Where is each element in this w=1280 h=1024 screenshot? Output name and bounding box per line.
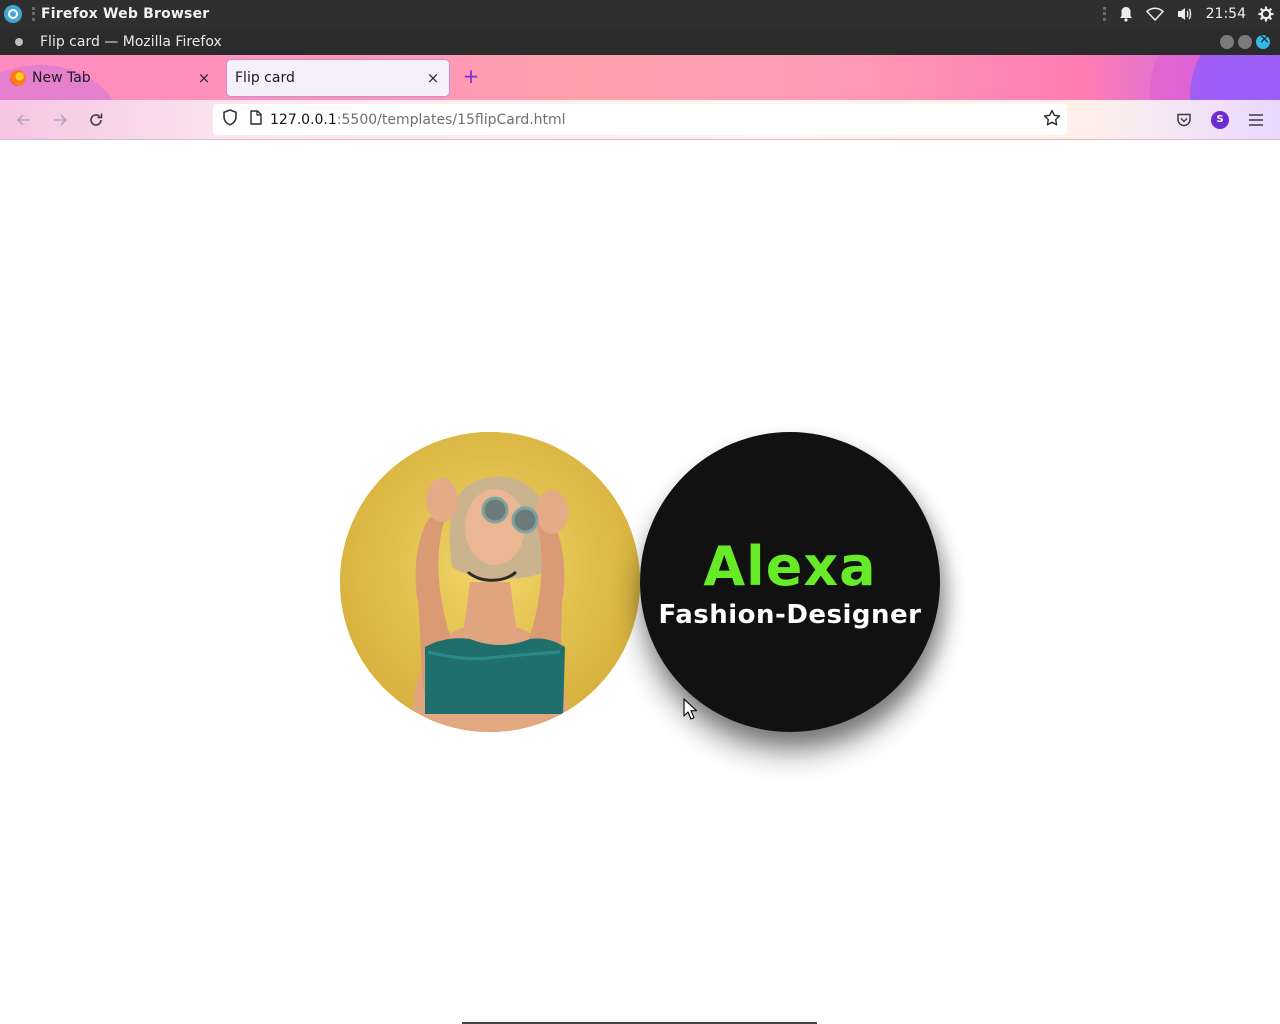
url-path: :5500/templates/15flipCard.html [336,111,566,128]
window-title-bar[interactable]: Flip card — Mozilla Firefox [0,28,1280,55]
url-text[interactable]: 127.0.0.1:5500/templates/15flipCard.html [270,112,566,128]
card-name: Alexa [703,535,877,598]
settings-icon[interactable] [1258,6,1274,22]
tab-strip: New Tab × Flip card × + [0,55,1280,100]
navigation-bar: 127.0.0.1:5500/templates/15flipCard.html [0,100,1280,140]
menu-icon[interactable] [1244,108,1268,132]
close-tab-icon[interactable]: × [194,69,214,87]
profile-photo [340,432,640,732]
page-content: Alexa Fashion-Designer [0,141,1280,1024]
url-bar[interactable]: 127.0.0.1:5500/templates/15flipCard.html [213,104,1067,135]
pocket-icon[interactable] [1172,108,1196,132]
page-icon[interactable] [250,110,262,129]
close-tab-icon[interactable]: × [423,69,443,87]
volume-icon[interactable] [1176,6,1194,22]
close-window-button[interactable] [1256,32,1270,49]
grip-icon [1102,7,1106,21]
tab-label: Flip card [235,70,295,86]
shield-icon[interactable] [222,109,238,130]
back-arrow-icon[interactable] [12,108,36,132]
system-top-bar: Firefox Web Browser 21:54 [0,0,1280,28]
forward-arrow-icon[interactable] [48,108,72,132]
maximize-button[interactable] [1238,35,1252,49]
window-menu-dot-icon[interactable] [15,37,23,46]
reload-icon[interactable] [84,108,108,132]
ubuntu-logo-icon[interactable] [4,5,22,23]
tab-flip-card[interactable]: Flip card × [227,60,449,96]
window-title: Flip card — Mozilla Firefox [40,33,222,50]
card-back[interactable]: Alexa Fashion-Designer [640,432,940,732]
url-host: 127.0.0.1 [270,111,337,128]
bell-icon[interactable] [1118,6,1134,22]
window-controls [1220,32,1270,49]
woman-portrait-image [340,432,640,732]
new-tab-button[interactable]: + [459,65,483,89]
active-app-name[interactable]: Firefox Web Browser [41,6,209,22]
wifi-icon[interactable] [1145,7,1164,21]
tab-new-tab[interactable]: New Tab × [4,60,220,96]
account-avatar[interactable]: S [1211,111,1229,129]
minimize-button[interactable] [1220,35,1234,49]
mouse-pointer-icon [683,698,698,724]
card-role: Fashion-Designer [658,600,922,630]
tab-label: New Tab [32,70,91,86]
firefox-favicon-icon [10,70,26,86]
bookmark-star-icon[interactable] [1043,109,1061,131]
grip-icon [32,7,35,21]
system-tray: 21:54 [1102,0,1280,28]
clock[interactable]: 21:54 [1206,6,1246,22]
